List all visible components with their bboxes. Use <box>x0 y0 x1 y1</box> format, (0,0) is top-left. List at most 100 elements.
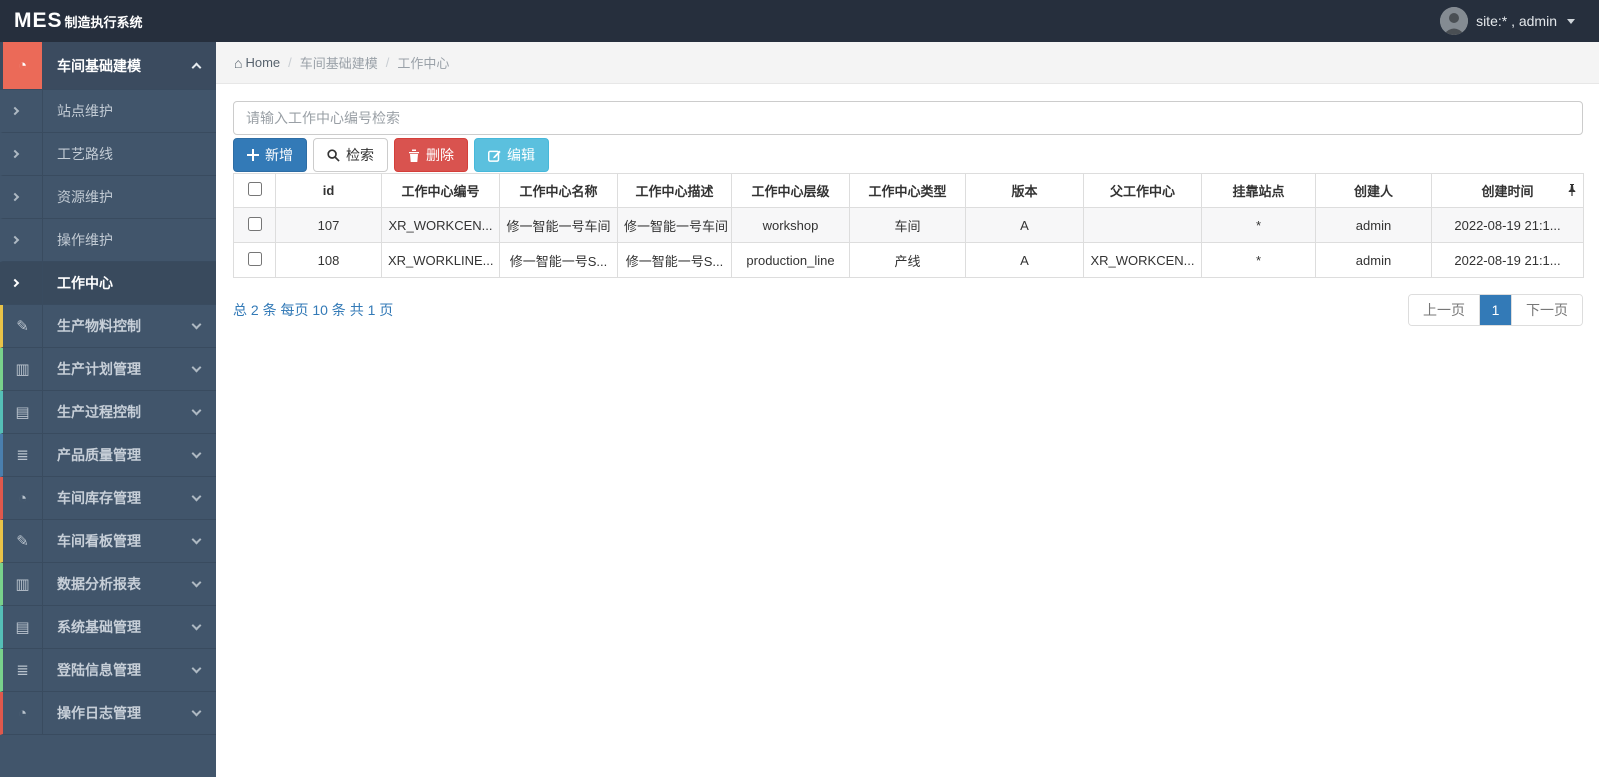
sidebar-subitem-label: 工作中心 <box>57 275 113 291</box>
breadcrumb-home-link[interactable]: ⌂ Home <box>234 55 280 71</box>
cell-level: workshop <box>731 207 850 243</box>
sidebar-item-data-analysis[interactable]: ▥ 数据分析报表 <box>0 563 216 606</box>
column-header-id[interactable]: id <box>275 173 382 208</box>
chevron-down-icon <box>191 534 202 545</box>
sidebar-item-system-base[interactable]: ▤ 系统基础管理 <box>0 606 216 649</box>
toolbar: 新增 检索 删除 编辑 <box>233 138 1582 172</box>
sidebar-item-operation-log[interactable]: ◔ 操作日志管理 <box>0 692 216 735</box>
breadcrumb-level2: 工作中心 <box>397 56 450 71</box>
sidebar-item-label: 生产物料控制 <box>57 318 141 334</box>
chevron-down-icon <box>191 663 202 674</box>
sidebar-item-workshop-kanban[interactable]: ✎ 车间看板管理 <box>0 520 216 563</box>
cell-name: 修一智能一号S... <box>499 242 618 278</box>
chevron-down-icon <box>191 448 202 459</box>
sidebar-subitem-operation-maintenance[interactable]: 操作维护 <box>0 219 216 262</box>
sidebar-subitem-label: 资源维护 <box>57 189 113 205</box>
sidebar-item-label: 产品质量管理 <box>57 447 141 463</box>
table-row[interactable]: 107 XR_WORKCEN... 修一智能一号车间 修一智能一号车间 work… <box>233 207 1584 243</box>
sidebar-item-label: 车间看板管理 <box>57 533 141 549</box>
column-header-creator[interactable]: 创建人 <box>1315 173 1432 208</box>
cell-code: XR_WORKLINE... <box>381 242 500 278</box>
edit-button[interactable]: 编辑 <box>474 138 549 172</box>
delete-button-label: 删除 <box>426 147 454 163</box>
search-button[interactable]: 检索 <box>313 138 388 172</box>
cell-version: A <box>965 207 1084 243</box>
cell-parent: XR_WORKCEN... <box>1083 242 1202 278</box>
sidebar-item-label: 操作日志管理 <box>57 705 141 721</box>
column-header-level[interactable]: 工作中心层级 <box>731 173 850 208</box>
chevron-right-icon <box>3 176 43 218</box>
column-header-name[interactable]: 工作中心名称 <box>499 173 618 208</box>
pagination-bar: 总 2 条 每页 10 条 共 1 页 上一页 1 下一页 <box>233 294 1583 326</box>
cell-name: 修一智能一号车间 <box>499 207 618 243</box>
pencil-icon: ✎ <box>3 520 43 562</box>
column-header-desc[interactable]: 工作中心描述 <box>617 173 732 208</box>
column-header-parent[interactable]: 父工作中心 <box>1083 173 1202 208</box>
top-navbar: MES 制造执行系统 site:* , admin <box>0 0 1599 42</box>
select-all-checkbox[interactable] <box>247 182 262 196</box>
cell-code: XR_WORKCEN... <box>381 207 500 243</box>
app-logo: MES 制造执行系统 <box>0 9 216 33</box>
gauge-icon: ◔ <box>3 477 43 519</box>
caret-down-icon <box>1567 18 1575 24</box>
chevron-down-icon <box>191 577 202 588</box>
sidebar-item-product-quality[interactable]: ≣ 产品质量管理 <box>0 434 216 477</box>
delete-button[interactable]: 删除 <box>394 138 468 172</box>
column-header-type[interactable]: 工作中心类型 <box>849 173 966 208</box>
logo-primary: MES <box>14 9 63 32</box>
book-icon: ▤ <box>3 606 43 648</box>
chevron-down-icon <box>191 620 202 631</box>
user-menu[interactable]: site:* , admin <box>1440 7 1599 35</box>
sidebar-item-login-info[interactable]: ≣ 登陆信息管理 <box>0 649 216 692</box>
cell-created: 2022-08-19 21:1... <box>1431 242 1584 278</box>
breadcrumb-level1[interactable]: 车间基础建模 <box>300 53 378 72</box>
add-button[interactable]: 新增 <box>233 138 307 172</box>
pin-icon[interactable] <box>1567 184 1577 199</box>
sidebar-item-production-plan[interactable]: ▥ 生产计划管理 <box>0 348 216 391</box>
table-row[interactable]: 108 XR_WORKLINE... 修一智能一号S... 修一智能一号S...… <box>233 242 1584 278</box>
sidebar-subitem-work-center[interactable]: 工作中心 <box>0 262 216 305</box>
cell-id: 107 <box>275 207 382 243</box>
work-center-table: id 工作中心编号 工作中心名称 工作中心描述 工作中心层级 工作中心类型 版本… <box>233 173 1584 278</box>
breadcrumb-separator: / <box>288 55 292 70</box>
column-header-created[interactable]: 创建时间 <box>1431 173 1584 208</box>
cell-station: * <box>1201 207 1316 243</box>
search-input[interactable] <box>233 101 1583 135</box>
sidebar-item-workshop-modeling[interactable]: ◔ 车间基础建模 <box>0 42 216 90</box>
add-button-label: 新增 <box>265 147 293 163</box>
cell-id: 108 <box>275 242 382 278</box>
row-select-cell <box>233 207 276 243</box>
cell-parent <box>1083 207 1202 243</box>
cell-creator: admin <box>1315 207 1432 243</box>
sidebar-subitem-station-maintenance[interactable]: 站点维护 <box>0 90 216 133</box>
next-page-button[interactable]: 下一页 <box>1512 295 1582 325</box>
chevron-down-icon <box>191 362 202 373</box>
sidebar: ◔ 车间基础建模 站点维护 工艺路线 资源维护 操作维护 工作中心 ✎ 生产物料… <box>0 42 216 777</box>
sidebar-subitem-resource-maintenance[interactable]: 资源维护 <box>0 176 216 219</box>
search-button-label: 检索 <box>346 147 374 163</box>
sidebar-item-production-process[interactable]: ▤ 生产过程控制 <box>0 391 216 434</box>
chevron-right-icon <box>3 133 43 175</box>
cell-type: 车间 <box>849 207 966 243</box>
pencil-icon: ✎ <box>3 305 43 347</box>
chevron-right-icon <box>3 219 43 261</box>
cell-desc: 修一智能一号S... <box>617 242 732 278</box>
cell-level: production_line <box>731 242 850 278</box>
trash-icon <box>409 149 419 162</box>
select-all-cell <box>233 173 276 208</box>
sidebar-item-production-material[interactable]: ✎ 生产物料控制 <box>0 305 216 348</box>
row-checkbox[interactable] <box>247 251 262 266</box>
sidebar-subitem-process-route[interactable]: 工艺路线 <box>0 133 216 176</box>
column-header-version[interactable]: 版本 <box>965 173 1084 208</box>
column-header-station[interactable]: 挂靠站点 <box>1201 173 1316 208</box>
sidebar-item-label: 系统基础管理 <box>57 619 141 635</box>
sidebar-item-label: 数据分析报表 <box>57 576 141 592</box>
prev-page-button[interactable]: 上一页 <box>1409 295 1480 325</box>
sidebar-item-label: 车间基础建模 <box>57 57 141 74</box>
chevron-down-icon <box>191 319 202 330</box>
row-checkbox[interactable] <box>247 216 262 231</box>
current-page-button[interactable]: 1 <box>1480 295 1512 325</box>
breadcrumb-home-label: Home <box>245 55 281 70</box>
sidebar-item-workshop-inventory[interactable]: ◔ 车间库存管理 <box>0 477 216 520</box>
column-header-code[interactable]: 工作中心编号 <box>381 173 500 208</box>
